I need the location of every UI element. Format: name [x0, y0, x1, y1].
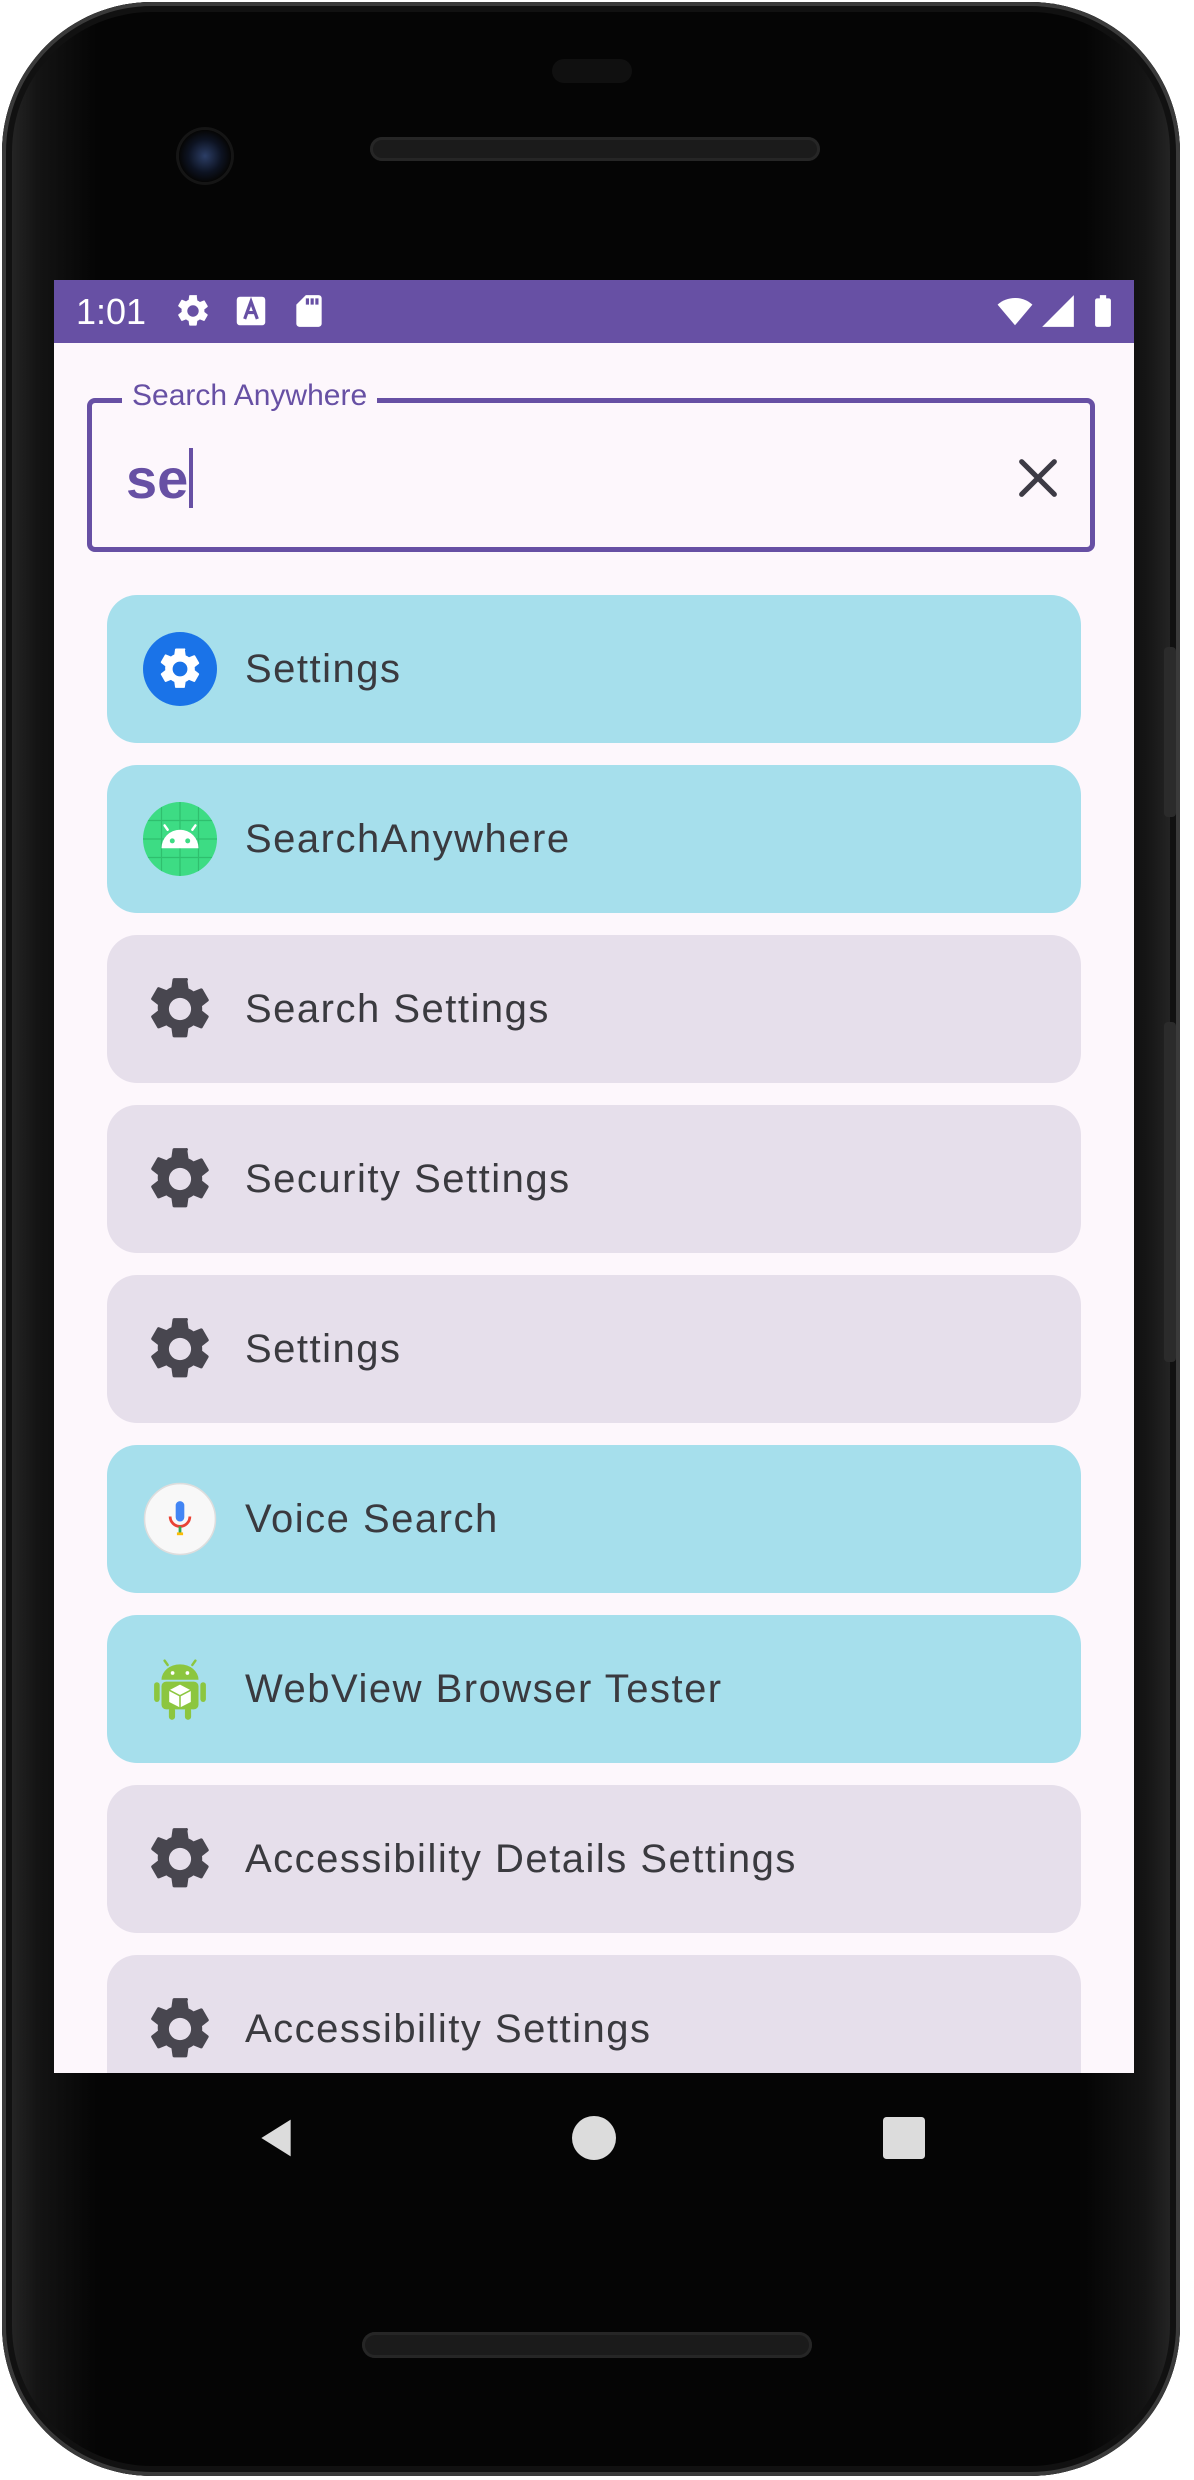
- microphone-icon: [143, 1482, 217, 1556]
- result-item-accessibility-details-settings[interactable]: Accessibility Details Settings: [107, 1785, 1081, 1933]
- sd-card-icon: [296, 295, 322, 327]
- text-a-icon: [236, 296, 266, 326]
- status-time: 1:01: [76, 291, 147, 332]
- result-item-label: WebView Browser Tester: [245, 1667, 723, 1711]
- proximity-sensor: [552, 59, 632, 83]
- back-icon[interactable]: [254, 2114, 298, 2162]
- status-bar: 1:01: [54, 280, 1134, 343]
- result-item-voice-search[interactable]: Voice Search: [107, 1445, 1081, 1593]
- text-cursor: [189, 448, 194, 508]
- recents-icon[interactable]: [883, 2117, 925, 2159]
- result-item-label: SearchAnywhere: [245, 817, 571, 861]
- phone-frame: 1:01 Search Anywhere se Settings SearchA…: [2, 2, 1180, 2476]
- result-item-label: Accessibility Settings: [245, 2007, 652, 2051]
- result-item-label: Voice Search: [245, 1497, 499, 1541]
- gear-icon: [151, 1318, 209, 1378]
- bottom-speaker: [362, 2332, 812, 2358]
- result-item-accessibility-settings[interactable]: Accessibility Settings: [107, 1955, 1081, 2073]
- front-camera: [179, 130, 231, 182]
- result-item-label: Settings: [245, 647, 402, 691]
- search-field-label: Search Anywhere: [122, 376, 378, 416]
- result-item-settings-app[interactable]: Settings: [107, 595, 1081, 743]
- gear-icon: [151, 1148, 209, 1208]
- home-icon[interactable]: [572, 2116, 616, 2160]
- gear-icon: [151, 978, 209, 1038]
- result-item-label: Security Settings: [245, 1157, 571, 1201]
- settings-app-icon: [143, 632, 217, 706]
- result-item-label: Search Settings: [245, 987, 550, 1031]
- close-icon[interactable]: [1010, 450, 1066, 506]
- gear-icon: [151, 1828, 209, 1888]
- gear-icon: [151, 1998, 209, 2058]
- result-item-settings[interactable]: Settings: [107, 1275, 1081, 1423]
- result-item-webview-browser-tester[interactable]: WebView Browser Tester: [107, 1615, 1081, 1763]
- power-button: [1164, 647, 1176, 817]
- result-item-security-settings[interactable]: Security Settings: [107, 1105, 1081, 1253]
- volume-button: [1164, 1022, 1176, 1362]
- navigation-bar: [54, 2073, 1134, 2203]
- battery-icon: [1095, 295, 1111, 327]
- screen: 1:01 Search Anywhere se Settings SearchA…: [54, 280, 1134, 2073]
- wifi-icon: [997, 298, 1033, 326]
- android-app-icon: [143, 802, 217, 876]
- search-input[interactable]: se: [126, 447, 194, 511]
- result-item-searchanywhere[interactable]: SearchAnywhere: [107, 765, 1081, 913]
- result-item-label: Settings: [245, 1327, 402, 1371]
- android-robot-icon: [154, 1659, 206, 1720]
- search-field[interactable]: [87, 398, 1095, 552]
- cell-signal-icon: [1042, 295, 1074, 327]
- result-item-label: Accessibility Details Settings: [245, 1837, 797, 1881]
- gear-icon: [178, 295, 208, 326]
- result-item-search-settings[interactable]: Search Settings: [107, 935, 1081, 1083]
- earpiece-speaker: [370, 137, 820, 161]
- search-input-text: se: [126, 447, 189, 510]
